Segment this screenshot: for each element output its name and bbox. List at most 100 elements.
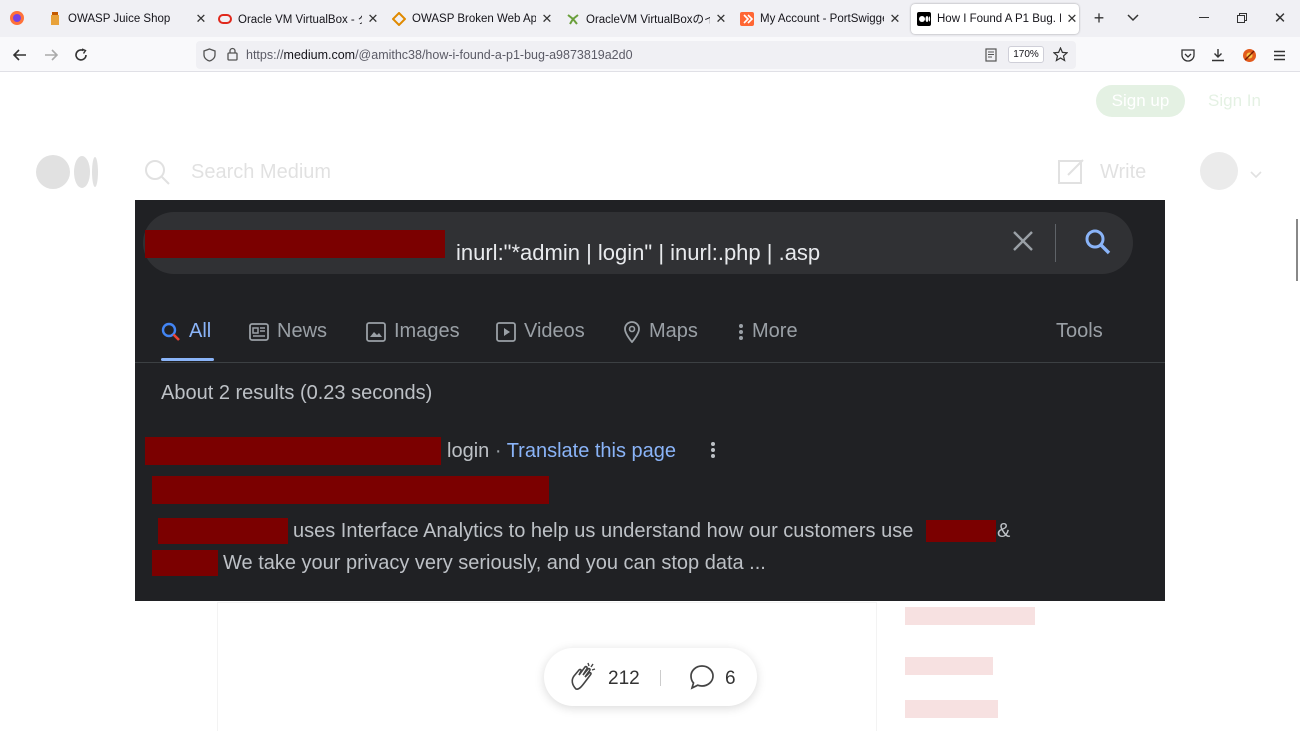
- reload-icon[interactable]: [69, 43, 93, 67]
- clap-count: 212: [608, 668, 640, 689]
- snippet-line-2: We take your privacy very seriously, and…: [223, 552, 766, 574]
- close-icon[interactable]: ✕: [714, 11, 728, 27]
- pocket-icon[interactable]: [1176, 43, 1200, 67]
- firefox-menu-icon[interactable]: [5, 6, 29, 30]
- comment-icon[interactable]: [689, 664, 715, 695]
- result-title-text: login: [447, 440, 490, 462]
- tab-oracle-vbox[interactable]: Oracle VM VirtualBox - ダウン ✕: [218, 4, 380, 34]
- redacted-block: [926, 520, 996, 542]
- redacted-block: [905, 700, 998, 718]
- oracle-icon: [218, 12, 232, 26]
- tab-label: More: [752, 320, 798, 342]
- juice-icon: [48, 12, 62, 26]
- medium-icon: [917, 12, 931, 26]
- url-text: https://medium.com/@amithc38/how-i-found…: [246, 48, 633, 62]
- tab-label: Oracle VM VirtualBox - ダウン: [238, 14, 362, 26]
- translate-link: Translate this page: [506, 440, 677, 462]
- result-title: login · Translate this page: [447, 440, 677, 462]
- extension-icon[interactable]: [1237, 43, 1261, 67]
- active-tab-indicator: [161, 358, 214, 361]
- divider: [1055, 224, 1056, 262]
- avatar[interactable]: [1200, 152, 1238, 190]
- reader-view-icon[interactable]: [985, 48, 997, 67]
- write-icon: [1058, 157, 1086, 190]
- url-host: medium.com: [283, 48, 356, 62]
- hamburger-menu-icon[interactable]: [1267, 43, 1291, 67]
- tab-label: News: [277, 320, 328, 342]
- google-tab-images: Images: [366, 320, 460, 343]
- url-path: /@amithc38/how-i-found-a-p1-bug-a9873819…: [355, 48, 633, 62]
- redacted-block: [145, 230, 445, 258]
- vbox-icon: [566, 12, 580, 26]
- tab-list-chevron-icon[interactable]: [1121, 6, 1145, 30]
- navigation-toolbar: https://medium.com/@amithc38/how-i-found…: [0, 37, 1300, 72]
- minimize-icon[interactable]: [1192, 6, 1216, 30]
- lock-icon[interactable]: [227, 47, 238, 66]
- tab-vbox-install[interactable]: OracleVM VirtualBoxのインス ✕: [566, 4, 728, 34]
- redacted-block: [905, 607, 1035, 625]
- close-window-icon[interactable]: ✕: [1268, 6, 1292, 30]
- url-scheme: https://: [246, 48, 284, 62]
- snippet-line-1: uses Interface Analytics to help us unde…: [293, 520, 914, 542]
- redacted-block: [145, 437, 441, 465]
- new-tab-icon[interactable]: +: [1087, 6, 1111, 30]
- google-tools: Tools: [1056, 320, 1103, 343]
- tab-label: Videos: [524, 320, 585, 342]
- tools-label: Tools: [1056, 320, 1103, 342]
- address-bar[interactable]: https://medium.com/@amithc38/how-i-found…: [196, 41, 1076, 69]
- bookmark-star-icon[interactable]: [1052, 46, 1069, 67]
- map-pin-icon: [624, 320, 640, 343]
- tab-juice-shop[interactable]: OWASP Juice Shop ✕: [44, 4, 208, 34]
- tracking-shield-icon[interactable]: [203, 48, 216, 67]
- news-icon: [249, 322, 269, 341]
- close-icon[interactable]: ✕: [366, 11, 380, 27]
- search-icon: [143, 158, 171, 191]
- snippet-ampersand: &: [997, 520, 1011, 542]
- forward-icon[interactable]: [39, 43, 63, 67]
- article-screenshot-google-results: inurl:"*admin | login" | inurl:.php | .a…: [135, 200, 1165, 601]
- image-icon: [366, 321, 386, 342]
- google-tab-maps: Maps: [623, 320, 698, 343]
- tab-medium-active[interactable]: How I Found A P1 Bug. Hi, | ✕: [911, 4, 1079, 34]
- back-icon[interactable]: [8, 43, 32, 67]
- redacted-block: [158, 518, 288, 544]
- redacted-block: [152, 550, 218, 576]
- comment-count: 6: [725, 668, 736, 689]
- tab-label: OWASP Broken Web Applic: [412, 13, 536, 25]
- redacted-block: [905, 657, 993, 675]
- google-tab-news: News: [249, 320, 327, 343]
- downloads-icon[interactable]: [1206, 43, 1230, 67]
- tab-label: How I Found A P1 Bug. Hi, |: [937, 13, 1061, 25]
- tab-portswigger[interactable]: My Account - PortSwigger ✕: [740, 4, 902, 34]
- tab-label: Maps: [649, 320, 698, 342]
- chevron-down-icon[interactable]: [1250, 166, 1262, 184]
- tab-label: OWASP Juice Shop: [68, 13, 171, 25]
- page-scrollbar[interactable]: [1296, 219, 1298, 281]
- zoom-level-badge[interactable]: 170%: [1008, 46, 1044, 63]
- tab-label: OracleVM VirtualBoxのインス: [586, 14, 710, 26]
- tab-owasp-bwa[interactable]: OWASP Broken Web Applic ✕: [392, 4, 554, 34]
- google-tab-videos: Videos: [496, 320, 585, 343]
- owasp-icon: [392, 12, 406, 26]
- search-input[interactable]: Search Medium: [191, 161, 331, 184]
- close-icon[interactable]: ✕: [194, 11, 208, 27]
- tab-strip: OWASP Juice Shop ✕ Oracle VM VirtualBox …: [0, 0, 1300, 37]
- google-tab-more: More: [738, 320, 798, 343]
- write-link[interactable]: Write: [1100, 161, 1146, 184]
- close-icon[interactable]: ✕: [540, 11, 554, 27]
- tab-label: All: [189, 320, 212, 342]
- search-icon: [161, 322, 180, 341]
- google-search-box: inurl:"*admin | login" | inurl:.php | .a…: [143, 212, 1133, 274]
- google-tab-all: All: [161, 320, 211, 343]
- portswigger-icon: [740, 12, 754, 26]
- close-icon[interactable]: ✕: [1065, 11, 1079, 27]
- signin-link[interactable]: Sign In: [1208, 91, 1261, 111]
- close-icon[interactable]: ✕: [888, 11, 902, 27]
- search-query-text: inurl:"*admin | login" | inurl:.php | .a…: [456, 240, 821, 265]
- signup-button[interactable]: Sign up: [1096, 85, 1185, 117]
- clap-icon[interactable]: [568, 661, 600, 698]
- restore-icon[interactable]: [1230, 6, 1254, 30]
- more-vertical-icon: [710, 441, 716, 464]
- redacted-block: [152, 476, 549, 504]
- medium-logo-icon[interactable]: [35, 154, 99, 195]
